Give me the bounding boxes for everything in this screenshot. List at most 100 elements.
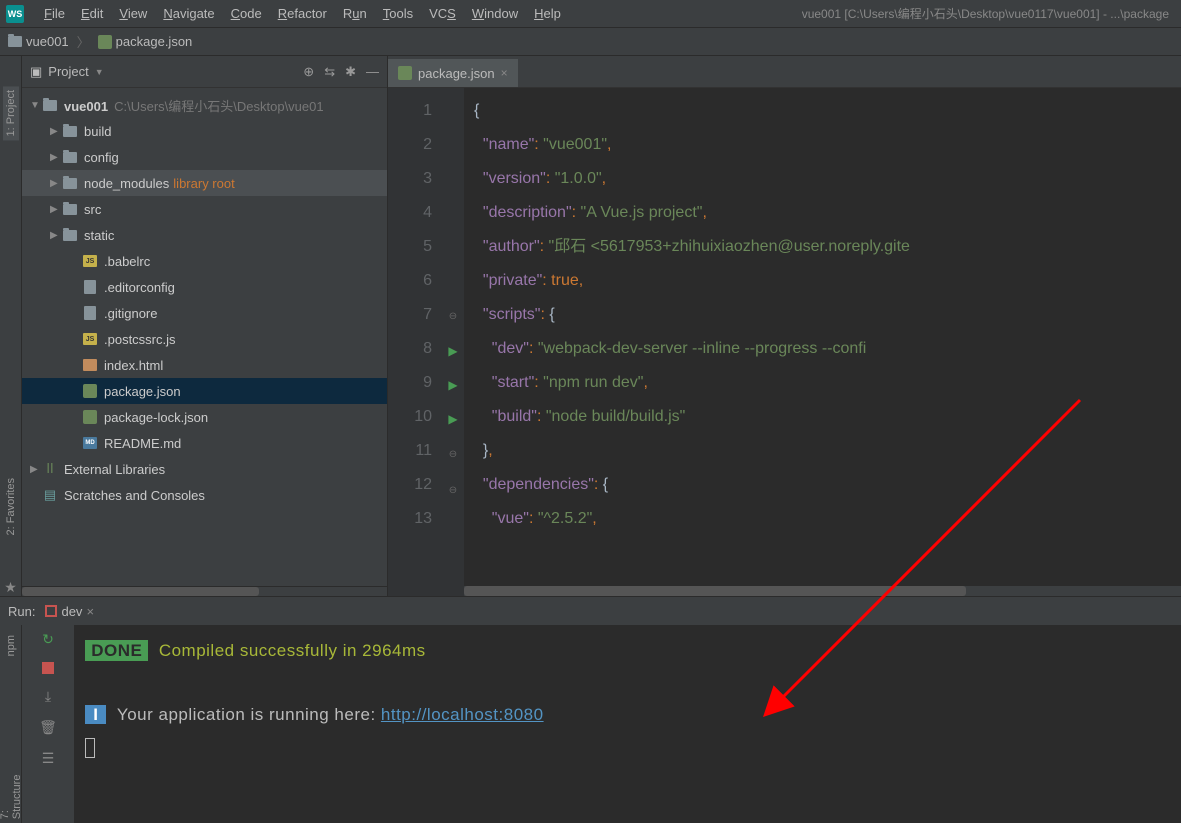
scroll-icon[interactable]: ⤓ (45, 688, 51, 705)
file-icon (84, 306, 96, 320)
compiled-message: Compiled successfully in 2964ms (159, 641, 426, 660)
tree-scratches[interactable]: ▤ Scratches and Consoles (22, 482, 387, 508)
run-gutter-icon[interactable]: ▶ (448, 412, 457, 426)
tree-file--gitignore[interactable]: .gitignore (22, 300, 387, 326)
trash-icon[interactable]: 🗑 (39, 719, 57, 736)
code-line: "dev": "webpack-dev-server --inline --pr… (474, 332, 1181, 366)
menu-navigate[interactable]: Navigate (155, 6, 222, 21)
stop-icon[interactable] (42, 662, 54, 674)
chevron-right-icon: ▶ (50, 126, 62, 137)
star-icon[interactable]: ★ (4, 579, 17, 596)
fold-icon[interactable]: ⊖ (449, 485, 457, 496)
menu-view[interactable]: View (111, 6, 155, 21)
tree-file-package-json[interactable]: package.json (22, 378, 387, 404)
menu-tools[interactable]: Tools (375, 6, 421, 21)
localhost-url-link[interactable]: http://localhost:8080 (381, 705, 544, 724)
scratches-icon: ▤ (42, 487, 58, 503)
menu-file[interactable]: File (36, 6, 73, 21)
code-line: "name": "vue001", (474, 128, 1181, 162)
tree-external-libraries[interactable]: ▶ ⅼⅼ External Libraries (22, 456, 387, 482)
chevron-right-icon: ▶ (50, 178, 62, 189)
gutter-marks: ⊖ ▶ ▶ ▶ ⊖ ⊖ (442, 88, 464, 596)
tree-file--babelrc[interactable]: JS.babelrc (22, 248, 387, 274)
folder-icon (63, 204, 77, 215)
tree-folder-build[interactable]: ▶build (22, 118, 387, 144)
js-file-icon: JS (83, 333, 97, 345)
info-badge: I (85, 705, 106, 724)
breadcrumb[interactable]: vue001 〉 package.json (8, 32, 192, 51)
run-gutter-icon[interactable]: ▶ (448, 378, 457, 392)
tree-file-package-lock-json[interactable]: package-lock.json (22, 404, 387, 430)
fold-icon[interactable]: ⊖ (449, 449, 457, 460)
menu-help[interactable]: Help (526, 6, 569, 21)
code-line: "build": "node build/build.js" (474, 400, 1181, 434)
code-line: "dependencies": { (474, 468, 1181, 502)
tab-structure[interactable]: 7: Structure (0, 760, 25, 823)
folder-icon (8, 36, 22, 47)
tab-project[interactable]: 1: Project (3, 86, 19, 140)
line-number-gutter: 12345678910111213 (388, 88, 442, 596)
folder-icon (63, 126, 77, 137)
run-left-strip: npm 7: Structure (0, 597, 22, 823)
code-line: "scripts": { (474, 298, 1181, 332)
code-line: "author": "邱石 <5617953+zhihuixiaozhen@us… (474, 230, 1181, 264)
run-config-tab[interactable]: dev × (45, 604, 94, 619)
tree-folder-static[interactable]: ▶static (22, 222, 387, 248)
chevron-right-icon: ▶ (50, 230, 62, 241)
window-title: vue001 [C:\Users\编程小石头\Desktop\vue0117\v… (802, 5, 1175, 22)
chevron-right-icon: ▶ (50, 204, 62, 215)
menu-run[interactable]: Run (335, 6, 375, 21)
code-line: { (474, 94, 1181, 128)
menu-code[interactable]: Code (223, 6, 270, 21)
project-tree[interactable]: ▼ vue001C:\Users\编程小石头\Desktop\vue01 ▶bu… (22, 88, 387, 586)
project-panel-title[interactable]: ▣ Project ▼ (30, 64, 104, 80)
tree-folder-node_modules[interactable]: ▶node_moduleslibrary root (22, 170, 387, 196)
code-line: }, (474, 434, 1181, 468)
md-file-icon: MD (83, 437, 97, 449)
code-line: "private": true, (474, 264, 1181, 298)
menu-edit[interactable]: Edit (73, 6, 111, 21)
close-icon[interactable]: × (86, 604, 94, 619)
webstorm-logo-icon: WS (6, 5, 24, 23)
project-view-icon: ▣ (30, 64, 42, 80)
tab-favorites[interactable]: 2: Favorites (3, 474, 19, 539)
menu-vcs[interactable]: VCS (421, 6, 464, 21)
console-output[interactable]: DONE Compiled successfully in 2964ms I Y… (74, 597, 1181, 823)
tab-npm[interactable]: npm (3, 631, 19, 660)
chevron-right-icon: ▶ (30, 464, 42, 475)
tree-root[interactable]: ▼ vue001C:\Users\编程小石头\Desktop\vue01 (22, 92, 387, 118)
editor-tab-package-json[interactable]: package.json × (388, 57, 518, 87)
menu-refactor[interactable]: Refactor (270, 6, 335, 21)
tree-file--postcssrc-js[interactable]: JS.postcssrc.js (22, 326, 387, 352)
tree-file-README-md[interactable]: MDREADME.md (22, 430, 387, 456)
done-badge: DONE (85, 640, 148, 661)
collapse-icon[interactable]: ⇆ (324, 64, 335, 80)
hide-icon[interactable]: — (366, 64, 379, 80)
tree-file--editorconfig[interactable]: .editorconfig (22, 274, 387, 300)
menu-bar: WS File Edit View Navigate Code Refactor… (0, 0, 1181, 28)
tree-file-index-html[interactable]: index.html (22, 352, 387, 378)
code-line: "description": "A Vue.js project", (474, 196, 1181, 230)
more-icon[interactable]: ☰ (42, 750, 55, 767)
fold-icon[interactable]: ⊖ (449, 311, 457, 322)
run-tool-window: Run: dev × npm 7: Structure ↻ ⤓ 🗑 ☰ DONE… (0, 596, 1181, 823)
gear-icon[interactable]: ✱ (345, 64, 356, 80)
locate-icon[interactable]: ⊕ (303, 64, 314, 80)
tree-folder-config[interactable]: ▶config (22, 144, 387, 170)
rerun-icon[interactable]: ↻ (42, 631, 54, 648)
breadcrumb-project: vue001 (26, 34, 69, 49)
scrollbar-thumb[interactable] (464, 586, 966, 596)
code-area[interactable]: { "name": "vue001", "version": "1.0.0", … (464, 88, 1181, 596)
close-icon[interactable]: × (501, 66, 508, 80)
file-icon (84, 280, 96, 294)
dropdown-icon: ▼ (95, 67, 104, 77)
tree-folder-src[interactable]: ▶src (22, 196, 387, 222)
scrollbar-thumb[interactable] (22, 587, 259, 596)
run-config-icon (45, 605, 57, 617)
breadcrumb-file: package.json (116, 34, 193, 49)
library-icon: ⅼⅼ (42, 461, 58, 477)
menu-window[interactable]: Window (464, 6, 526, 21)
horizontal-scrollbar[interactable] (464, 586, 1181, 596)
run-gutter-icon[interactable]: ▶ (448, 344, 457, 358)
js-file-icon: JS (83, 255, 97, 267)
